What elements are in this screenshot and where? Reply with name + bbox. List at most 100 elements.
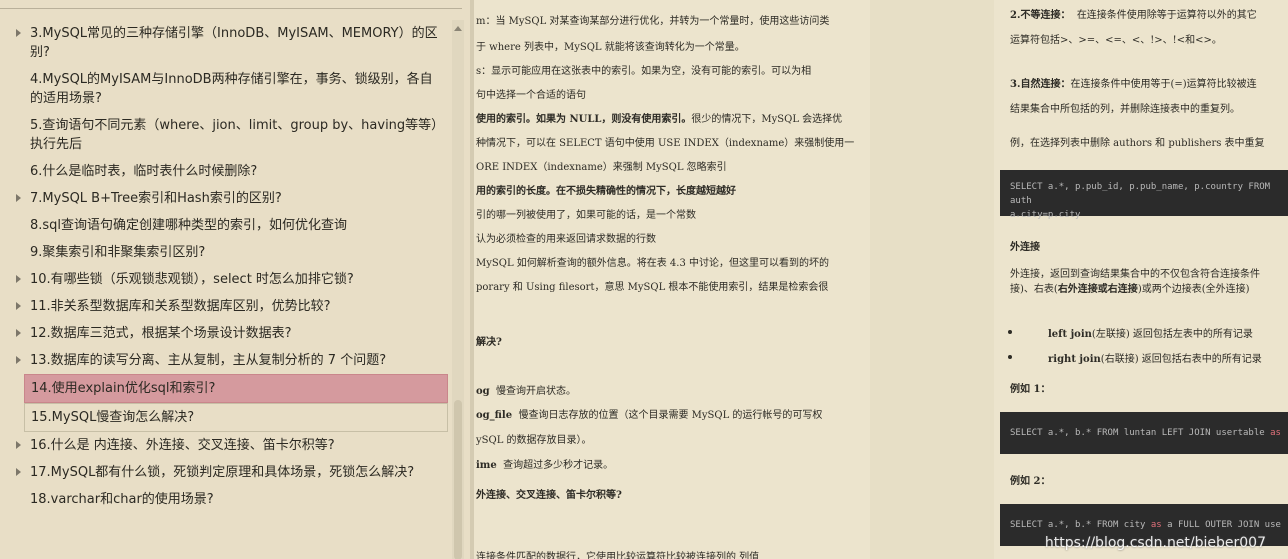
toc-item-label: 16.什么是 内连接、外连接、交叉连接、笛卡尔积等? <box>30 438 335 453</box>
doc-bold-text: og_file <box>476 410 513 421</box>
doc-line: ySQL 的数据存放目录）。 <box>476 435 592 446</box>
toc-item-label: 10.有哪些锁（乐观锁悲观锁），select 时怎么加排它锁? <box>30 272 354 287</box>
toc-item[interactable]: 13.数据库的读写分离、主从复制，主从复制分析的 7 个问题? <box>0 347 448 374</box>
doc-line: 连接条件匹配的数据行，它使用比较运算符比较被连接列的 列值 <box>476 552 760 559</box>
expand-arrow-icon[interactable] <box>16 329 21 337</box>
doc-text: 慢查询日志存放的位置（这个目录需要 MySQL 的运行帐号的可写权 <box>518 410 823 421</box>
doc-bold-text: 3.自然连接： <box>1010 79 1071 90</box>
doc-line: 种情况下，可以在 SELECT 语句中使用 USE INDEX（indexnam… <box>476 138 855 149</box>
toc-item[interactable]: 18.varchar和char的使用场景? <box>0 486 448 513</box>
toc-item[interactable]: 8.sql查询语句确定创建哪种类型的索引，如何优化查询 <box>0 212 448 239</box>
document-page-right: 2.不等连接： 在连接条件使用除等于运算符以外的其它 运算符包括>、>=、<=、… <box>994 0 1288 559</box>
list-item: right join(右联接) 返回包括右表中的所有记录 <box>1048 350 1262 365</box>
doc-bold-text: 外连接、交叉连接、笛卡尔积等? <box>476 490 622 501</box>
toc-sidebar: 3.MySQL常见的三种存储引擎（InnoDB、MyISAM、MEMORY）的区… <box>0 0 471 559</box>
code-line: SELECT a.*, p.pub_id, p.pub_name, p.coun… <box>1010 182 1271 206</box>
section-heading: 外连接 <box>1010 242 1040 253</box>
doc-text: 在连接条件中使用等于(=)运算符比较被连 <box>1070 79 1257 90</box>
doc-line: porary 和 Using filesort，意思 MySQL 根本不能使用索… <box>476 282 829 293</box>
toc-item[interactable]: 5.查询语句不同元素（where、jion、limit、group by、hav… <box>0 112 448 158</box>
toc-item-label: 8.sql查询语句确定创建哪种类型的索引，如何优化查询 <box>30 218 348 233</box>
expand-arrow-icon[interactable] <box>16 29 21 37</box>
bullet-icon <box>1008 330 1012 334</box>
doc-line: 于 where 列表中，MySQL 就能将该查询转化为一个常量。 <box>476 42 745 53</box>
list-item: left join(左联接) 返回包括左表中的所有记录 <box>1048 325 1253 340</box>
doc-bold-text: 用的索引的长度。在不损失精确性的情况下，长度越短越好 <box>476 186 736 197</box>
toc-item-label: 6.什么是临时表，临时表什么时候删除? <box>30 164 258 179</box>
toc-item-label: 9.聚集索引和非聚集索引区别? <box>30 245 206 260</box>
toc-item-label: 4.MySQL的MyISAM与InnoDB两种存储引擎在，事务、锁级别，各自的适… <box>30 72 433 106</box>
doc-bold-text: 解决? <box>476 337 502 348</box>
doc-bold-text: right join <box>1048 354 1101 365</box>
doc-line: 运算符包括>、>=、<=、<、!>、!<和<>。 <box>1010 35 1222 46</box>
doc-bold-text: og <box>476 386 490 397</box>
code-keyword: as <box>1150 520 1162 530</box>
toc-item[interactable]: 4.MySQL的MyISAM与InnoDB两种存储引擎在，事务、锁级别，各自的适… <box>0 66 448 112</box>
doc-heading: 解决? <box>476 333 502 348</box>
toc-item[interactable]: 7.MySQL B+Tree索引和Hash索引的区别? <box>0 185 448 212</box>
doc-line: 用的索引的长度。在不损失精确性的情况下，长度越短越好 <box>476 182 736 197</box>
page-gap <box>870 0 994 559</box>
expand-arrow-icon[interactable] <box>16 468 21 476</box>
toc-item-active[interactable]: 14.使用explain优化sql和索引? <box>24 374 448 403</box>
expand-arrow-icon[interactable] <box>16 275 21 283</box>
code-block: SELECT a.*, p.pub_id, p.pub_name, p.coun… <box>1000 170 1288 220</box>
doc-line: ORE INDEX（indexname）来强制 MySQL 忽略索引 <box>476 162 727 173</box>
doc-text: 查询超过多少秒才记录。 <box>503 460 614 471</box>
toc-item[interactable]: 12.数据库三范式，根据某个场景设计数据表? <box>0 320 448 347</box>
doc-line: og 慢查询开启状态。 <box>476 382 576 397</box>
bullet-icon <box>1008 355 1012 359</box>
toc-item-label: 14.使用explain优化sql和索引? <box>31 381 216 396</box>
doc-line: 例，在选择列表中删除 authors 和 publishers 表中重复 <box>1010 138 1265 149</box>
doc-text: 接)、右表( <box>1010 284 1058 295</box>
doc-line: 接)、右表(右外连接或右连接)或两个边接表(全外连接) <box>1010 280 1250 295</box>
toc-item[interactable]: 10.有哪些锁（乐观锁悲观锁），select 时怎么加排它锁? <box>0 266 448 293</box>
code-block: SELECT a.*, b.* FROM luntan LEFT JOIN us… <box>1000 412 1288 454</box>
scrollbar[interactable] <box>452 20 464 559</box>
doc-bold-text: 2.不等连接： <box>1010 10 1071 21</box>
doc-bold-text: ime <box>476 460 497 471</box>
doc-text: 很少的情况下，MySQL 会选择优 <box>691 114 843 125</box>
toc-item-label: 17.MySQL都有什么锁，死锁判定原理和具体场景，死锁怎么解决? <box>30 465 415 480</box>
doc-line: 3.自然连接：在连接条件中使用等于(=)运算符比较被连 <box>1010 75 1257 90</box>
doc-bold-text: left join <box>1048 329 1092 340</box>
toc-item[interactable]: 9.聚集索引和非聚集索引区别? <box>0 239 448 266</box>
toc-item[interactable]: 11.非关系型数据库和关系型数据库区别，优势比较? <box>0 293 448 320</box>
doc-bold-text: 使用的索引。如果为 NULL，则没有使用索引。 <box>476 114 692 125</box>
doc-line: 引的哪一列被使用了，如果可能的话，是一个常数 <box>476 210 696 221</box>
toc-item[interactable]: 15.MySQL慢查询怎么解决? <box>24 403 448 432</box>
code-keyword: as <box>1270 428 1281 438</box>
toc-item-label: 18.varchar和char的使用场景? <box>30 492 214 507</box>
toc-item-label: 15.MySQL慢查询怎么解决? <box>31 410 195 425</box>
doc-line: og_file 慢查询日志存放的位置（这个目录需要 MySQL 的运行帐号的可写… <box>476 406 822 421</box>
doc-text: (右联接) 返回包括右表中的所有记录 <box>1100 354 1262 365</box>
expand-arrow-icon[interactable] <box>16 302 21 310</box>
expand-arrow-icon[interactable] <box>16 356 21 364</box>
toc-list: 3.MySQL常见的三种存储引擎（InnoDB、MyISAM、MEMORY）的区… <box>0 20 452 513</box>
toc-item[interactable]: 17.MySQL都有什么锁，死锁判定原理和具体场景，死锁怎么解决? <box>0 459 448 486</box>
document-page-middle: m：当 MySQL 对某查询某部分进行优化，并转为一个常量时，使用这些访问类 于… <box>470 0 870 559</box>
toc-item-label: 11.非关系型数据库和关系型数据库区别，优势比较? <box>30 299 331 314</box>
doc-text: (左联接) 返回包括左表中的所有记录 <box>1091 329 1253 340</box>
doc-line: 2.不等连接： 在连接条件使用除等于运算符以外的其它 <box>1010 6 1257 21</box>
example-label: 例如 1： <box>1010 384 1051 395</box>
toc-item[interactable]: 3.MySQL常见的三种存储引擎（InnoDB、MyISAM、MEMORY）的区… <box>0 20 448 66</box>
scroll-up-arrow-icon[interactable] <box>454 26 462 31</box>
toc-item-label: 7.MySQL B+Tree索引和Hash索引的区别? <box>30 191 282 206</box>
scroll-thumb[interactable] <box>454 400 462 559</box>
doc-line: 使用的索引。如果为 NULL，则没有使用索引。很少的情况下，MySQL 会选择优 <box>476 110 842 125</box>
code-line: SELECT a.*, b.* FROM city <box>1010 520 1151 530</box>
code-line: SELECT a.*, b.* FROM luntan LEFT JOIN us… <box>1010 428 1271 438</box>
doc-text: 慢查询开启状态。 <box>496 386 577 397</box>
code-line: a.city=p.city <box>1010 210 1081 220</box>
divider <box>0 8 462 9</box>
toc-item[interactable]: 6.什么是临时表，临时表什么时候删除? <box>0 158 448 185</box>
toc-item[interactable]: 16.什么是 内连接、外连接、交叉连接、笛卡尔积等? <box>0 432 448 459</box>
expand-arrow-icon[interactable] <box>16 194 21 202</box>
toc-item-label: 13.数据库的读写分离、主从复制，主从复制分析的 7 个问题? <box>30 353 387 368</box>
expand-arrow-icon[interactable] <box>16 441 21 449</box>
code-line: a FULL OUTER JOIN use <box>1161 520 1281 530</box>
doc-bold-text: 右外连接或右连接 <box>1057 284 1138 295</box>
doc-line: s：显示可能应用在这张表中的索引。如果为空，没有可能的索引。可以为相 <box>476 66 812 77</box>
page-gutter <box>470 0 474 559</box>
